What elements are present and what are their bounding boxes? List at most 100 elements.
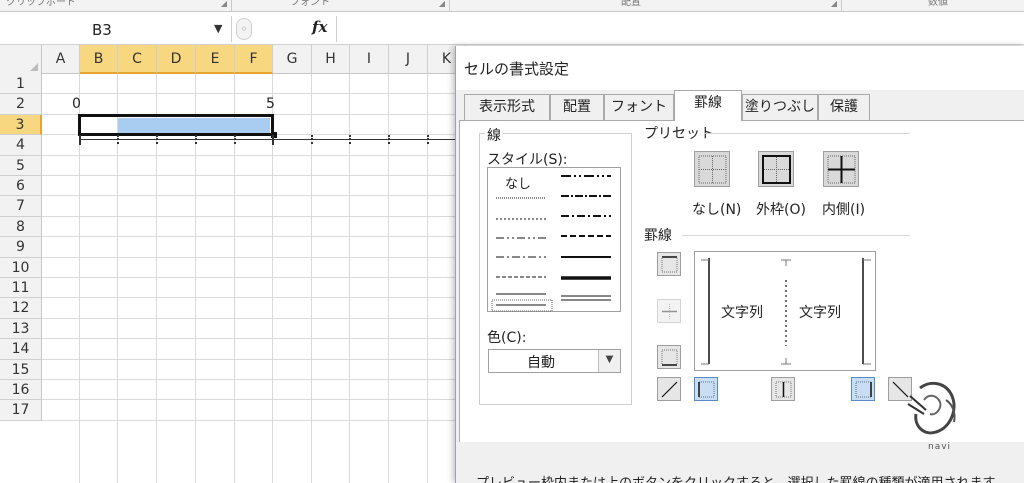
select-all-button[interactable]: [0, 45, 42, 74]
row4-border-tick: [117, 135, 119, 145]
excel-window: クリップボード ◢ フォント ◢ 配置 ◢ 数値 B3 ▼ ◦ fx ABCDEFGH…: [0, 0, 1024, 483]
ribbon-group-label: フォント: [290, 0, 330, 8]
color-dropdown[interactable]: 自動 ▼: [488, 349, 621, 373]
line-style-list[interactable]: なし: [487, 167, 621, 312]
row-header-7[interactable]: 7: [0, 196, 42, 217]
style-label: スタイル(S):: [487, 152, 568, 168]
preset-none-icon: [698, 155, 727, 184]
watermark-logo: navi: [906, 370, 966, 460]
group-launcher-icon[interactable]: ◢: [831, 0, 837, 8]
row4-border-tick: [427, 135, 429, 145]
row-header-11[interactable]: 11: [0, 278, 42, 299]
preset-none-button[interactable]: [694, 151, 730, 187]
row-header-10[interactable]: 10: [0, 257, 42, 278]
border-preview[interactable]: 文字列 文字列: [694, 251, 876, 371]
ribbon-group-strip: クリップボード ◢ フォント ◢ 配置 ◢ 数値: [0, 0, 1024, 12]
watermark-text: navi: [928, 442, 952, 452]
line-style-options[interactable]: [488, 168, 622, 313]
preset-outline-label: 外枠(O): [756, 202, 806, 218]
preset-inside-label: 内側(I): [822, 202, 866, 218]
column-header-j[interactable]: J: [389, 45, 428, 74]
ribbon-group-alignment: 配置 ◢: [450, 0, 842, 12]
row-header-15[interactable]: 15: [0, 359, 42, 380]
row-header-8[interactable]: 8: [0, 216, 42, 238]
name-box-value: B3: [92, 21, 112, 39]
cell-f2[interactable]: 5: [266, 96, 275, 112]
preview-text-right: 文字列: [799, 305, 841, 321]
diagonal-up-icon: [661, 381, 678, 398]
selected-range-border[interactable]: [78, 113, 274, 137]
column-header-e[interactable]: E: [196, 45, 235, 74]
row-header-12[interactable]: 12: [0, 298, 42, 319]
insert-function-icon[interactable]: fx: [312, 18, 327, 36]
preset-outline-icon: [762, 155, 791, 184]
column-header-h[interactable]: H: [312, 45, 350, 74]
column-header-d[interactable]: D: [157, 45, 196, 74]
preview-text-left: 文字列: [721, 305, 763, 321]
border-bottom-icon: [661, 349, 678, 366]
ribbon-group-label: クリップボード: [6, 0, 76, 8]
group-launcher-icon[interactable]: ◢: [439, 0, 445, 8]
ribbon-group-label: 数値: [928, 0, 948, 8]
row4-border-tick: [79, 135, 81, 146]
row-header-3[interactable]: 3: [0, 114, 42, 136]
row-header-17[interactable]: 17: [0, 400, 42, 421]
ribbon-group-font: フォント ◢: [232, 0, 450, 12]
border-bottom-button[interactable]: [657, 345, 681, 369]
column-header-a[interactable]: A: [42, 45, 80, 74]
border-right-icon: [855, 381, 872, 398]
border-diagonal-up-button[interactable]: [657, 377, 681, 401]
column-header-f[interactable]: F: [235, 45, 273, 74]
row-header-6[interactable]: 6: [0, 176, 42, 197]
row-header-16[interactable]: 16: [0, 380, 42, 401]
row4-border-tick: [349, 135, 351, 145]
dialog-title: セルの書式設定: [464, 60, 570, 78]
row-header-4[interactable]: 4: [0, 135, 42, 156]
tab-3[interactable]: 罫線: [674, 90, 742, 121]
column-header-c[interactable]: C: [118, 45, 157, 74]
tab-2[interactable]: フォント: [604, 94, 674, 120]
preset-inside-button[interactable]: [823, 151, 859, 187]
column-header-b[interactable]: B: [80, 45, 118, 74]
row-header-9[interactable]: 9: [0, 237, 42, 258]
ribbon-group-clipboard: クリップボード ◢: [0, 0, 232, 12]
row-header-1[interactable]: 1: [0, 74, 42, 95]
column-header-i[interactable]: I: [350, 45, 389, 74]
tab-5[interactable]: 保護: [818, 94, 870, 120]
preset-inside-icon: [827, 155, 856, 184]
formula-bar-splitter-icon[interactable]: ◦: [236, 18, 252, 40]
chevron-down-icon[interactable]: ▼: [214, 22, 222, 35]
preset-none-label: なし(N): [692, 202, 742, 218]
preset-divider: [704, 133, 910, 134]
border-left-button[interactable]: [694, 377, 718, 401]
tab-0[interactable]: 表示形式: [464, 94, 550, 120]
row-header-5[interactable]: 5: [0, 155, 42, 176]
group-launcher-icon[interactable]: ◢: [221, 0, 227, 8]
border-left-icon: [698, 381, 715, 398]
row4-border-tick: [156, 135, 158, 145]
border-top-icon: [661, 256, 678, 273]
cell-b2[interactable]: 0: [72, 96, 81, 112]
column-header-g[interactable]: G: [273, 45, 312, 74]
border-right-button[interactable]: [851, 377, 875, 401]
chevron-down-icon[interactable]: ▼: [598, 350, 620, 372]
row-header-13[interactable]: 13: [0, 318, 42, 340]
border-vertical-inside-button[interactable]: [771, 377, 795, 401]
formula-input[interactable]: [336, 16, 1024, 42]
border-label: 罫線: [644, 228, 672, 244]
tab-1[interactable]: 配置: [550, 94, 604, 120]
name-box[interactable]: B3 ▼: [0, 16, 232, 42]
ribbon-group-number: 数値: [842, 0, 1024, 12]
tab-4[interactable]: 塗りつぶし: [742, 94, 818, 120]
row4-border-tick: [311, 135, 313, 145]
row4-border-tick: [195, 135, 197, 145]
row4-border-tick: [234, 135, 236, 145]
row-header-14[interactable]: 14: [0, 339, 42, 360]
border-horizontal-inside-button[interactable]: [657, 299, 681, 323]
color-value: 自動: [527, 355, 555, 371]
border-top-button[interactable]: [657, 252, 681, 276]
ribbon-group-label: 配置: [621, 0, 641, 8]
border-horizontal-inside-icon: [662, 304, 677, 319]
row-header-2[interactable]: 2: [0, 94, 42, 115]
preset-outline-button[interactable]: [758, 151, 794, 187]
